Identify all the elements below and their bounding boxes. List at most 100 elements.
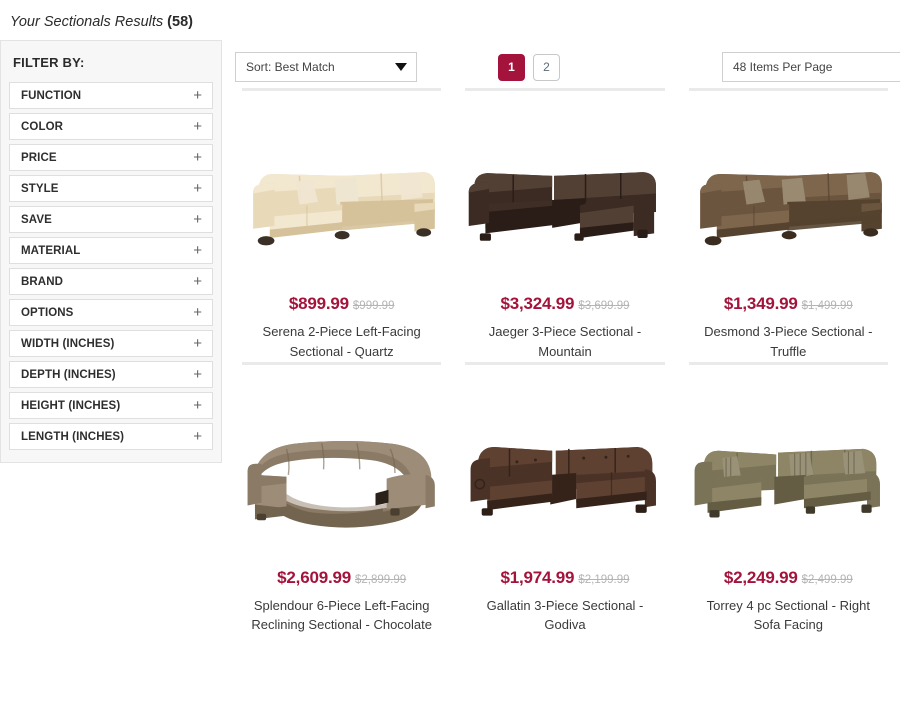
price-line: $3,324.99 $3,699.99 [465,294,664,314]
plus-icon[interactable]: + [193,88,202,103]
product-grid: $899.99 $999.99 Serena 2-Piece Left-Facing… [230,88,900,635]
filter-by-title: FILTER BY: [13,55,85,70]
card-separator [242,88,442,91]
dark-brown-leather-sectional[interactable] [465,107,664,292]
product-price: $2,609.99 [277,567,351,587]
product-price: $1,349.99 [723,294,798,313]
price-line: $899.99 $999.99 [242,294,441,314]
pagination: 12 [498,53,560,81]
sofa-illustration [694,448,880,518]
price-line: $2,609.99 $2,899.99 [242,568,441,588]
product-price: $3,324.99 [500,294,575,313]
product-card[interactable]: $1,349.99 $1,499.99 Desmond 3-Piece Sectio… [677,88,900,362]
page-layout: FILTER BY: FUNCTION + COLOR + PRICE + STYLE + SA… [0,40,900,635]
plus-icon[interactable]: + [193,336,202,351]
product-old-price: $1,499.99 [801,300,853,312]
product-old-price: $2,199.99 [578,573,630,586]
filter-row-label: WIDTH (INCHES) [21,337,115,350]
plus-icon[interactable]: + [193,212,202,227]
plus-icon[interactable]: + [193,243,202,258]
price-line: $2,249.99 $2,499.99 [689,568,888,588]
filter-row-label: OPTIONS [21,306,74,319]
filter-row-label: HEIGHT (INCHES) [21,399,121,412]
plus-icon[interactable]: + [193,429,202,444]
card-separator [242,361,442,365]
results-header-phrase: Your Sectionals Results [10,14,164,30]
plus-icon[interactable]: + [193,274,202,289]
product-price: $1,974.99 [500,567,575,587]
results-toolbar: Sort: Best Match 12 48 Items Per Page [230,40,900,88]
items-per-page-value: 48 Items Per Page [733,60,833,74]
filter-row-material[interactable]: MATERIAL + [9,237,213,264]
filter-row-height-inches[interactable]: HEIGHT (INCHES) + [9,392,213,419]
truffle-fabric-sectional[interactable] [689,107,888,292]
items-per-page-select[interactable]: 48 Items Per Page [722,52,900,82]
product-old-price: $2,899.99 [355,573,407,586]
product-title[interactable]: Desmond 3-Piece Sectional - Truffle [689,322,888,362]
product-title[interactable]: Torrey 4 pc Sectional - Right Sofa Facin… [689,596,888,636]
product-title[interactable]: Splendour 6-Piece Left-Facing Reclining … [242,596,441,636]
filter-row-label: PRICE [21,151,57,164]
plus-icon[interactable]: + [193,398,202,413]
product-card[interactable]: $3,324.99 $3,699.99 Jaeger 3-Piece Section… [453,88,676,362]
plus-icon[interactable]: + [193,181,202,196]
page-button-1[interactable]: 1 [498,53,525,81]
taupe-curved-reclining-sectional[interactable] [242,381,441,566]
filter-row-label: LENGTH (INCHES) [21,430,125,443]
filter-row-depth-inches[interactable]: DEPTH (INCHES) + [9,361,213,388]
sofa-illustration [470,447,657,516]
filter-row-label: SAVE [21,213,52,226]
card-separator [465,88,665,91]
product-title[interactable]: Gallatin 3-Piece Sectional - Godiva [465,596,664,636]
filter-row-options[interactable]: OPTIONS + [9,299,213,326]
product-card[interactable]: $2,249.99 $2,499.99 Torrey 4 pc Sectional … [677,361,900,636]
filter-sidebar: FILTER BY: FUNCTION + COLOR + PRICE + STYLE + SA… [0,40,222,463]
results-header: Your Sectionals Results (58) [0,0,900,40]
per-page-wrap: 48 Items Per Page [722,52,900,82]
sofa-illustration [699,171,882,245]
product-card[interactable]: $2,609.99 $2,899.99 Splendour 6-Piece Left… [230,361,453,636]
filter-row-label: DEPTH (INCHES) [21,368,116,381]
chevron-down-icon [395,63,407,71]
product-price: $2,249.99 [723,567,798,587]
card-separator [465,361,665,365]
filter-row-brand[interactable]: BRAND + [9,268,213,295]
product-title[interactable]: Serena 2-Piece Left-Facing Sectional - Q… [242,322,441,362]
filter-row-color[interactable]: COLOR + [9,113,213,140]
product-old-price: $2,499.99 [801,573,853,586]
filter-row-label: COLOR [21,120,64,133]
filter-row-length-inches[interactable]: LENGTH (INCHES) + [9,423,213,450]
filter-row-price[interactable]: PRICE + [9,144,213,171]
sofa-illustration [253,171,435,245]
filter-row-width-inches[interactable]: WIDTH (INCHES) + [9,330,213,357]
filter-row-save[interactable]: SAVE + [9,206,213,233]
plus-icon[interactable]: + [193,367,202,382]
card-separator [688,361,888,365]
filter-list: FUNCTION + COLOR + PRICE + STYLE + SAVE + MATERIAL… [1,82,221,450]
plus-icon[interactable]: + [193,150,202,165]
product-title[interactable]: Jaeger 3-Piece Sectional - Mountain [465,322,664,362]
product-card[interactable]: $899.99 $999.99 Serena 2-Piece Left-Facing… [230,88,453,362]
filter-row-style[interactable]: STYLE + [9,175,213,202]
chocolate-leather-reclining-sectional[interactable] [465,381,664,566]
filter-row-label: FUNCTION [21,89,82,102]
product-old-price: $999.99 [352,300,395,312]
results-count: (58) [167,14,193,30]
product-price: $899.99 [288,294,349,313]
product-card[interactable]: $1,974.99 $2,199.99 Gallatin 3-Piece Secti… [453,361,676,636]
page-button-2[interactable]: 2 [533,53,560,81]
sofa-illustration [247,441,435,528]
sofa-illustration [469,171,657,241]
plus-icon[interactable]: + [193,305,202,320]
cream-l-shaped-sectional[interactable] [242,107,441,292]
filter-row-label: STYLE [21,182,59,195]
product-old-price: $3,699.99 [578,300,630,312]
main-content: Sort: Best Match 12 48 Items Per Page $8… [222,40,900,635]
plus-icon[interactable]: + [193,119,202,134]
price-line: $1,349.99 $1,499.99 [689,294,888,314]
sort-select[interactable]: Sort: Best Match [235,52,417,82]
olive-green-sectional[interactable] [689,381,888,566]
filter-row-label: BRAND [21,275,64,288]
price-line: $1,974.99 $2,199.99 [465,568,664,588]
filter-row-function[interactable]: FUNCTION + [9,82,213,109]
